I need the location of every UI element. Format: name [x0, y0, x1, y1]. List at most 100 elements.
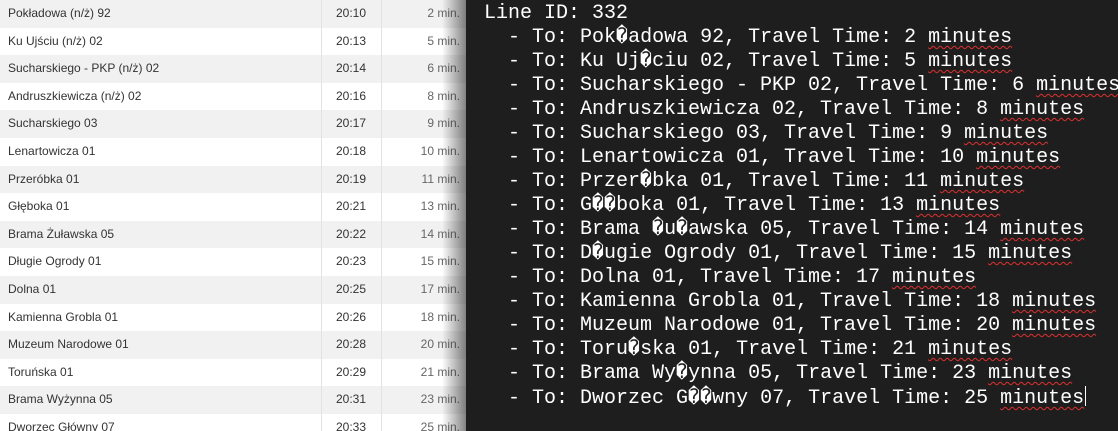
spellcheck-word: minutes: [928, 50, 1013, 73]
travel-duration: 20 min.: [420, 337, 460, 352]
travel-duration: 18 min.: [420, 309, 460, 324]
departure-time: 20:10: [336, 6, 367, 20]
console-window[interactable]: Line ID: 332 - To: Pok�adowa 92, Travel …: [466, 0, 1118, 431]
console-line: - To: Lenartowicza 01, Travel Time: 10 m…: [484, 146, 1118, 170]
travel-duration: 2 min.: [427, 6, 460, 20]
stop-name[interactable]: Długie Ogrody 01: [8, 248, 101, 276]
console-line: - To: Sucharskiego - PKP 02, Travel Time…: [484, 74, 1118, 98]
spellcheck-word: minutes: [976, 146, 1061, 169]
table-row[interactable]: Brama Żuławska 05 20:22 14 min.: [0, 220, 466, 249]
stop-name[interactable]: Ku Ujściu (n/ż) 02: [8, 28, 103, 56]
table-row[interactable]: Pokładowa (n/ż) 92 20:10 2 min.: [0, 0, 466, 28]
stop-name[interactable]: Muzeum Narodowe 01: [8, 331, 129, 359]
departure-time: 20:25: [336, 282, 367, 296]
table-row[interactable]: Ku Ujściu (n/ż) 02 20:13 5 min.: [0, 27, 466, 56]
column-divider: [321, 0, 322, 28]
timetable-panel: Pokładowa (n/ż) 92 20:10 2 min. Ku Ujściu (…: [0, 0, 466, 431]
table-row[interactable]: Dolna 01 20:25 17 min.: [0, 276, 466, 304]
console-line-text: - To: Ku Uj�ciu 02, Travel Time: 5: [484, 50, 929, 73]
stop-name[interactable]: Toruńska 01: [8, 359, 73, 387]
column-divider: [321, 193, 322, 221]
column-divider: [381, 331, 382, 359]
console-line: - To: Muzeum Narodowe 01, Travel Time: 2…: [484, 314, 1118, 338]
console-line-text: - To: Muzeum Narodowe 01, Travel Time: 2…: [484, 314, 1013, 337]
stop-name[interactable]: Brama Żuławska 05: [8, 221, 114, 249]
console-line-text: - To: Kamienna Grobla 01, Travel Time: 1…: [484, 290, 1013, 313]
spellcheck-word: minutes: [988, 242, 1073, 265]
travel-duration: 15 min.: [420, 254, 460, 269]
table-row[interactable]: Muzeum Narodowe 01 20:28 20 min.: [0, 331, 466, 359]
console-line: - To: Toru�ska 01, Travel Time: 21 minut…: [484, 338, 1118, 362]
column-divider: [381, 386, 382, 414]
console-lines: - To: Pok�adowa 92, Travel Time: 2 minut…: [484, 26, 1118, 410]
table-row[interactable]: Głęboka 01 20:21 13 min.: [0, 193, 466, 221]
column-divider: [321, 248, 322, 276]
travel-duration: 21 min.: [420, 364, 460, 379]
travel-duration: 23 min.: [420, 392, 460, 407]
console-line-text: - To: Dolna 01, Travel Time: 17: [484, 266, 893, 289]
stop-name[interactable]: Głęboka 01: [8, 193, 69, 221]
spellcheck-word: minutes: [916, 194, 1001, 217]
console-line-text: - To: Andruszkiewicza 02, Travel Time: 8: [484, 98, 1001, 121]
console-line-text: - To: G��boka 01, Travel Time: 13: [484, 194, 917, 217]
travel-duration: 5 min.: [427, 33, 460, 48]
column-divider: [381, 27, 382, 56]
column-divider: [381, 193, 382, 221]
spellcheck-word: minutes: [928, 26, 1013, 49]
departure-time: 20:17: [336, 116, 367, 131]
column-divider: [321, 55, 322, 83]
column-divider: [381, 165, 382, 194]
column-divider: [321, 276, 322, 304]
stop-name[interactable]: Przeróbka 01: [8, 166, 79, 194]
console-line-text: - To: Dworzec G��wny 07, Travel Time: 25: [484, 387, 1001, 410]
column-divider: [321, 138, 322, 166]
departure-time: 20:16: [336, 88, 367, 103]
console-line: - To: Dolna 01, Travel Time: 17 minutes: [484, 266, 1118, 290]
travel-duration: 11 min.: [421, 171, 460, 186]
departure-time: 20:26: [336, 309, 367, 324]
stop-name[interactable]: Sucharskiego 03: [8, 110, 97, 138]
table-row[interactable]: Toruńska 01 20:29 21 min.: [0, 358, 466, 387]
departure-time: 20:21: [336, 199, 367, 214]
table-row[interactable]: Przeróbka 01 20:19 11 min.: [0, 165, 466, 194]
console-output[interactable]: Line ID: 332 - To: Pok�adowa 92, Travel …: [466, 0, 1118, 410]
stop-name[interactable]: Dworzec Główny 07: [8, 414, 115, 431]
table-row[interactable]: Andruszkiewicza (n/ż) 02 20:16 8 min.: [0, 82, 466, 111]
stop-name[interactable]: Andruszkiewicza (n/ż) 02: [8, 83, 141, 111]
travel-duration: 8 min.: [427, 88, 460, 103]
table-row[interactable]: Dworzec Główny 07 20:33 25 min.: [0, 414, 466, 431]
console-line: - To: D�ugie Ogrody 01, Travel Time: 15 …: [484, 242, 1118, 266]
column-divider: [381, 220, 382, 249]
travel-duration: 9 min.: [427, 116, 460, 131]
stop-name[interactable]: Lenartowicza 01: [8, 138, 95, 166]
console-line-text: - To: Brama Wy�ynna 05, Travel Time: 23: [484, 362, 989, 385]
column-divider: [321, 358, 322, 387]
column-divider: [321, 331, 322, 359]
table-row[interactable]: Lenartowicza 01 20:18 10 min.: [0, 138, 466, 166]
table-row[interactable]: Brama Wyżynna 05 20:31 23 min.: [0, 386, 466, 414]
stop-name[interactable]: Pokładowa (n/ż) 92: [8, 0, 111, 28]
stop-name[interactable]: Sucharskiego - PKP (n/ż) 02: [8, 55, 159, 83]
stop-name[interactable]: Dolna 01: [8, 276, 56, 304]
column-divider: [321, 27, 322, 56]
console-line-text: - To: Pok�adowa 92, Travel Time: 2: [484, 26, 929, 49]
console-line: - To: Andruszkiewicza 02, Travel Time: 8…: [484, 98, 1118, 122]
table-row[interactable]: Długie Ogrody 01 20:23 15 min.: [0, 248, 466, 276]
table-row[interactable]: Kamienna Grobla 01 20:26 18 min.: [0, 303, 466, 332]
stop-name[interactable]: Kamienna Grobla 01: [8, 304, 118, 332]
departure-time: 20:19: [336, 171, 367, 186]
departure-time: 20:33: [336, 420, 367, 431]
column-divider: [321, 110, 322, 138]
column-divider: [321, 220, 322, 249]
spellcheck-word: minutes: [940, 170, 1025, 193]
stop-name[interactable]: Brama Wyżynna 05: [8, 386, 113, 414]
spellcheck-word: minutes: [928, 338, 1013, 361]
table-row[interactable]: Sucharskiego - PKP (n/ż) 02 20:14 6 min.: [0, 55, 466, 83]
spellcheck-word: minutes: [1012, 290, 1097, 313]
console-line: - To: Brama Wy�ynna 05, Travel Time: 23 …: [484, 362, 1118, 386]
table-row[interactable]: Sucharskiego 03 20:17 9 min.: [0, 110, 466, 138]
text-cursor: [1085, 386, 1087, 406]
console-line: - To: Brama �u�awska 05, Travel Time: 14…: [484, 218, 1118, 242]
console-line-text: - To: Lenartowicza 01, Travel Time: 10: [484, 146, 977, 169]
travel-duration: 6 min.: [427, 61, 460, 76]
